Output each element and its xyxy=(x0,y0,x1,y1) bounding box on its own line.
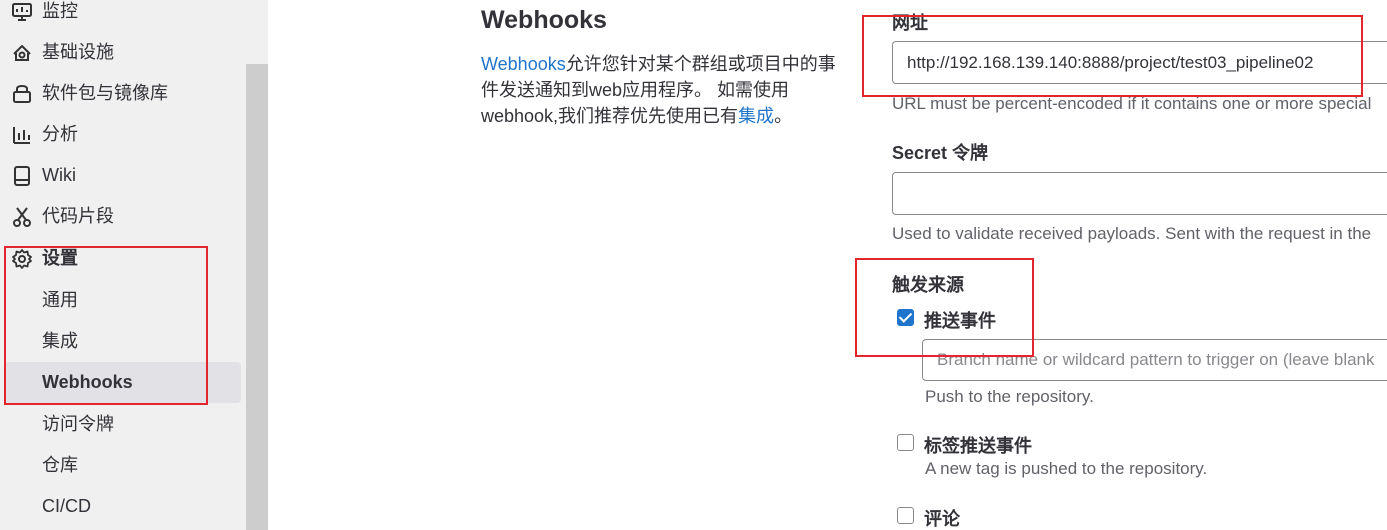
tag-push-checkbox[interactable] xyxy=(897,434,914,451)
cloud-gear-icon xyxy=(13,45,31,61)
sidebar-item-infrastructure[interactable]: 基础设施 xyxy=(0,32,241,73)
sidebar-subitem-repository[interactable]: 仓库 xyxy=(0,445,241,486)
monitor-icon xyxy=(12,3,32,21)
tag-push-help: A new tag is pushed to the repository. xyxy=(925,459,1208,478)
book-icon xyxy=(14,166,30,186)
sidebar-item-label: Wiki xyxy=(42,165,76,185)
chart-icon xyxy=(13,127,30,144)
intro-text-end: 。 xyxy=(774,106,793,126)
sidebar-item-label: 软件包与镜像库 xyxy=(42,83,168,103)
sidebar-item-monitor[interactable]: 监控 xyxy=(0,0,241,32)
highlight-box-settings xyxy=(4,246,208,405)
push-events-help: Push to the repository. xyxy=(925,387,1094,406)
sidebar-subitem-access-tokens[interactable]: 访问令牌 xyxy=(0,404,241,445)
intro-description: Webhooks允许您针对某个群组或项目中的事件发送通知到web应用程序。 如需… xyxy=(481,51,851,129)
highlight-box-triggers xyxy=(855,258,1034,357)
secret-token-input[interactable] xyxy=(892,172,1387,215)
webhooks-docs-link[interactable]: Webhooks xyxy=(481,54,566,74)
secret-token-label: Secret 令牌 xyxy=(892,143,989,163)
tag-push-label: 标签推送事件 xyxy=(924,436,1032,456)
sidebar-item-label: 基础设施 xyxy=(42,42,114,62)
highlight-box-url xyxy=(862,15,1363,97)
comments-label: 评论 xyxy=(924,509,960,529)
scissors-icon xyxy=(13,207,31,227)
page-title: Webhooks xyxy=(481,6,607,34)
sidebar-item-packages[interactable]: 软件包与镜像库 xyxy=(0,73,241,114)
sidebar-item-label: CI/CD xyxy=(42,496,91,516)
sidebar-item-snippets[interactable]: 代码片段 xyxy=(0,196,241,237)
sidebar-item-label: 分析 xyxy=(42,124,78,144)
sidebar-item-wiki[interactable]: Wiki xyxy=(0,155,241,196)
sidebar-subitem-cicd[interactable]: CI/CD xyxy=(0,486,241,527)
integrations-link[interactable]: 集成 xyxy=(738,106,774,126)
package-icon xyxy=(13,84,31,103)
secret-help-text: Used to validate received payloads. Sent… xyxy=(892,224,1372,243)
comments-checkbox[interactable] xyxy=(897,507,914,524)
sidebar-item-label: 代码片段 xyxy=(42,206,114,226)
sidebar-item-label: 访问令牌 xyxy=(42,414,114,434)
sidebar-item-analytics[interactable]: 分析 xyxy=(0,114,241,155)
url-help-text: URL must be percent-encoded if it contai… xyxy=(892,94,1372,113)
sidebar-item-label: 监控 xyxy=(42,1,78,21)
sidebar-item-label: 仓库 xyxy=(42,455,78,475)
sidebar-scrollbar[interactable] xyxy=(246,64,268,530)
